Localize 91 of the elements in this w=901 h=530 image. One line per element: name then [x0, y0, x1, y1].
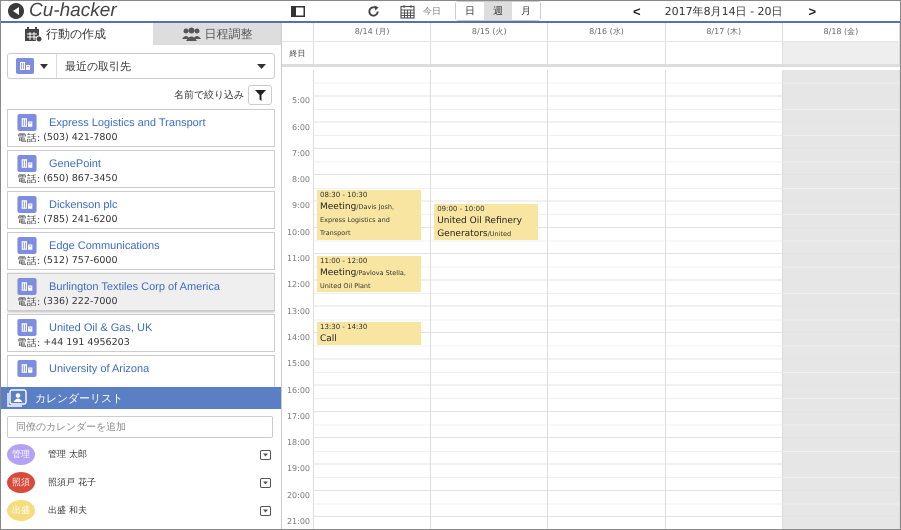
hour-label: 17:00 — [286, 412, 310, 421]
user-badge: 管理 — [7, 444, 35, 465]
dropdown-icon[interactable] — [260, 506, 271, 516]
phone-number: (785) 241-6200 — [43, 214, 118, 227]
caret-icon — [40, 64, 48, 68]
member-name: 出盛 和夫 — [48, 504, 88, 517]
day-column[interactable] — [548, 70, 666, 529]
hour-label: 12:00 — [286, 280, 310, 290]
day-header: 8/15 (火) — [431, 23, 548, 41]
day-column[interactable] — [666, 70, 783, 529]
all-day-cell[interactable] — [782, 42, 900, 64]
caret-icon — [257, 64, 266, 68]
hour-label: 10:00 — [286, 228, 310, 237]
all-day-label: 終日 — [290, 48, 306, 58]
account-card[interactable]: Dickenson plc 電話: (785) 241-6200 — [7, 191, 275, 229]
today-button[interactable]: 今日 — [421, 2, 443, 20]
hour-label: 5:00 — [292, 96, 310, 106]
phone-label: 電話: — [17, 255, 40, 268]
hour-label: 13:00 — [286, 306, 310, 316]
account-name-link[interactable]: Burlington Textiles Corp of America — [49, 280, 220, 292]
account-card[interactable]: Burlington Textiles Corp of America 電話: (336) 222-7000 — [7, 273, 275, 311]
building-icon — [17, 155, 37, 172]
next-week-button[interactable]: > — [804, 4, 820, 18]
phone-label: 電話: — [17, 337, 40, 350]
account-name-link[interactable]: GenePoint — [49, 158, 101, 170]
phone-label: 電話: — [17, 132, 40, 145]
day-header: 8/18 (金) — [782, 23, 900, 41]
hour-label: 16:00 — [286, 386, 310, 395]
building-icon — [17, 114, 37, 131]
hour-label: 6:00 — [292, 122, 310, 132]
account-card[interactable]: University of Arizona — [7, 355, 275, 387]
filter-label: 名前で絞り込み — [174, 88, 244, 102]
member-name: 照須戸 花子 — [48, 476, 97, 489]
phone-number: (503) 421-7800 — [43, 132, 118, 145]
member-name: 管理 太郎 — [48, 448, 88, 461]
panel-tab[interactable]: 日程調整 — [153, 23, 281, 45]
phone-label: 電話: — [17, 214, 40, 227]
phone-label: 電話: — [17, 296, 40, 309]
phone-number: (336) 222-7000 — [43, 296, 118, 309]
building-icon — [17, 319, 37, 336]
hour-label: 7:00 — [292, 148, 310, 158]
hour-label: 19:00 — [286, 464, 310, 474]
contact-card-icon — [7, 389, 27, 407]
building-icon — [16, 58, 34, 74]
app-logo: Cu-hacker — [29, 1, 117, 22]
account-name-link[interactable]: United Oil & Gas, UK — [49, 322, 152, 334]
day-header: 8/17 (木) — [666, 23, 783, 41]
day-header: 8/16 (水) — [548, 23, 666, 41]
account-card[interactable]: Express Logistics and Transport 電話: (503) 421-7800 — [7, 109, 275, 147]
hour-label: 20:00 — [286, 490, 310, 500]
hour-label: 15:00 — [286, 359, 310, 368]
account-card[interactable]: Edge Communications 電話: (512) 757-6000 — [7, 232, 275, 270]
date-range: 2017年8月14日 - 20日 — [664, 4, 783, 18]
previous-week-button[interactable]: < — [629, 4, 645, 18]
calendar-icon[interactable] — [400, 4, 415, 18]
account-name-link[interactable]: Edge Communications — [49, 240, 160, 252]
add-calendar-field[interactable]: 同僚のカレンダーを追加 — [7, 416, 273, 438]
phone-number: (650) 867-3450 — [43, 173, 118, 186]
account-name-link[interactable]: Dickenson plc — [49, 198, 118, 210]
hour-label: 21:00 — [286, 517, 310, 526]
user-badge: 照須 — [7, 472, 35, 493]
sidebar-toggle-icon[interactable] — [291, 6, 305, 16]
user-badge: 出盛 — [7, 500, 35, 521]
phone-label: 電話: — [17, 173, 40, 186]
phone-number: +44 191 4956203 — [43, 337, 130, 350]
calendar-list-header: カレンダーリスト — [1, 387, 281, 409]
account-name-link[interactable]: Express Logistics and Transport — [49, 116, 206, 128]
account-card[interactable]: GenePoint 電話: (650) 867-3450 — [7, 150, 275, 188]
account-card[interactable]: United Oil & Gas, UK 電話: +44 191 4956203 — [7, 314, 275, 352]
calendar-icon — [25, 26, 42, 42]
hour-label: 11:00 — [286, 254, 310, 264]
day-column[interactable] — [782, 70, 900, 529]
building-icon — [17, 360, 37, 377]
hour-label: 9:00 — [292, 201, 310, 210]
filter-button[interactable] — [248, 85, 272, 105]
object-select[interactable]: 最近の取引先 — [7, 53, 275, 79]
day-header: 8/14 (月) — [314, 23, 432, 41]
hour-label: 14:00 — [286, 332, 310, 342]
building-icon — [17, 196, 37, 213]
refresh-icon[interactable] — [367, 4, 380, 18]
phone-number: (512) 757-6000 — [43, 255, 118, 268]
people-icon — [182, 27, 200, 41]
hour-label: 8:00 — [292, 175, 310, 184]
account-name-link[interactable]: University of Arizona — [49, 362, 150, 374]
view-tab[interactable]: 週 — [484, 2, 512, 20]
dropdown-icon[interactable] — [260, 478, 271, 488]
filter-icon — [254, 90, 266, 100]
building-icon — [17, 278, 37, 295]
dropdown-icon[interactable] — [260, 450, 271, 460]
hour-label: 18:00 — [286, 438, 310, 448]
building-icon — [17, 237, 37, 254]
